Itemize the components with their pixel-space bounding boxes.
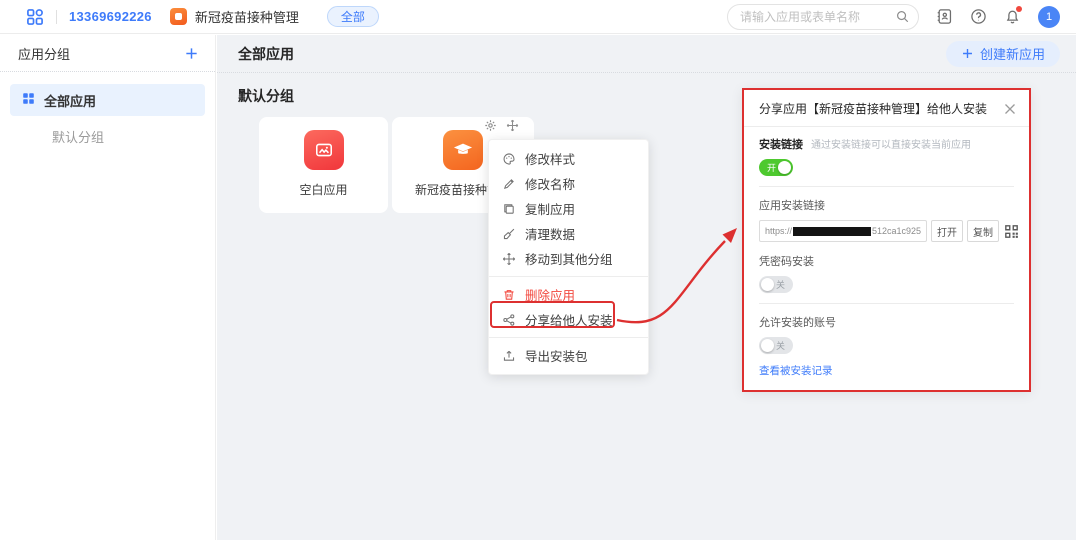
notification-dot xyxy=(1016,6,1022,12)
open-button[interactable]: 打开 xyxy=(931,220,963,242)
copy-button[interactable]: 复制 xyxy=(967,220,999,242)
menu-item-label: 修改样式 xyxy=(525,149,575,168)
graduation-cap-icon xyxy=(443,130,483,170)
context-menu: 修改样式 修改名称 复制应用 清理数据 移动到其他分组 xyxy=(488,139,649,375)
install-url-field[interactable]: https:// 512ca1c925540e07a78... xyxy=(759,220,927,242)
dialog-title: 分享应用【新冠疫苗接种管理】给他人安装 xyxy=(759,100,987,117)
contacts-icon[interactable] xyxy=(936,8,953,25)
close-icon[interactable] xyxy=(1004,103,1016,115)
toggle-knob xyxy=(778,161,791,174)
menu-item-label: 复制应用 xyxy=(525,199,575,218)
sidebar-item-label: 全部应用 xyxy=(44,91,96,110)
scope-pill-all[interactable]: 全部 xyxy=(327,6,379,27)
sidebar-item-label: 默认分组 xyxy=(52,127,104,146)
toggle-knob xyxy=(761,278,774,291)
menu-item-label: 导出安装包 xyxy=(525,346,588,365)
sidebar-title: 应用分组 xyxy=(18,44,70,63)
menu-item-label: 修改名称 xyxy=(525,174,575,193)
menu-item-rename[interactable]: 修改名称 xyxy=(489,171,648,196)
url-suffix: 512ca1c925540e07a78... xyxy=(872,226,921,236)
allowed-accounts-label: 允许安装的账号 xyxy=(759,314,1014,330)
section-divider xyxy=(759,303,1014,304)
add-group-button[interactable] xyxy=(184,46,199,61)
gear-icon[interactable] xyxy=(484,119,497,132)
menu-item-modify-style[interactable]: 修改样式 xyxy=(489,146,648,171)
workspace-phone[interactable]: 13369692226 xyxy=(69,9,152,24)
image-icon xyxy=(304,130,344,170)
move-icon xyxy=(502,252,516,266)
trash-icon xyxy=(502,288,516,302)
app-card-blank[interactable]: 空白应用 xyxy=(259,117,388,213)
share-dialog: 分享应用【新冠疫苗接种管理】给他人安装 安装链接 通过安装链接可以直接安装当前应… xyxy=(742,88,1031,392)
share-icon xyxy=(502,313,516,327)
menu-item-export-package[interactable]: 导出安装包 xyxy=(489,343,648,368)
app-window: 13369692226 新冠疫苗接种管理 全部 xyxy=(0,0,1076,540)
page-title: 全部应用 xyxy=(238,44,294,64)
menu-item-duplicate[interactable]: 复制应用 xyxy=(489,196,648,221)
install-link-toggle[interactable]: 开 xyxy=(759,159,793,176)
create-app-label: 创建新应用 xyxy=(980,44,1045,63)
topbar: 13369692226 新冠疫苗接种管理 全部 xyxy=(0,0,1076,34)
menu-item-share-install[interactable]: 分享给他人安装 xyxy=(489,307,648,332)
copy-icon xyxy=(502,202,516,216)
menu-item-label: 清理数据 xyxy=(525,224,575,243)
card-actions xyxy=(484,119,519,132)
menu-item-delete-app[interactable]: 删除应用 xyxy=(489,282,648,307)
search-icon[interactable] xyxy=(895,9,910,29)
toggle-state-label: 开 xyxy=(767,161,776,174)
current-app-name[interactable]: 新冠疫苗接种管理 xyxy=(195,7,299,26)
palette-icon xyxy=(502,152,516,166)
move-icon[interactable] xyxy=(506,119,519,132)
menu-item-label: 移动到其他分组 xyxy=(525,249,613,268)
current-app-icon[interactable] xyxy=(170,8,187,25)
menu-item-move-to-group[interactable]: 移动到其他分组 xyxy=(489,246,648,271)
url-prefix: https:// xyxy=(765,226,792,236)
sidebar-item-default-group[interactable]: 默认分组 xyxy=(10,120,205,152)
redaction-bar xyxy=(793,227,871,236)
menu-item-label: 分享给他人安装 xyxy=(525,310,613,329)
topbar-divider xyxy=(56,10,57,24)
help-icon[interactable] xyxy=(970,8,987,25)
toggle-knob xyxy=(761,339,774,352)
view-install-records-link[interactable]: 查看被安装记录 xyxy=(759,363,1014,378)
install-link-label: 安装链接 xyxy=(759,136,803,152)
password-install-label: 凭密码安装 xyxy=(759,253,1014,269)
grid-icon xyxy=(22,92,35,108)
user-avatar[interactable]: 1 xyxy=(1038,6,1060,28)
sidebar: 应用分组 全部应用 默认分组 xyxy=(0,35,216,540)
plus-icon xyxy=(961,47,974,60)
section-divider xyxy=(759,186,1014,187)
password-install-toggle[interactable]: 关 xyxy=(759,276,793,293)
create-app-button[interactable]: 创建新应用 xyxy=(946,41,1060,67)
menu-item-label: 删除应用 xyxy=(525,285,575,304)
menu-divider xyxy=(489,337,648,338)
export-icon xyxy=(502,349,516,363)
allowed-accounts-toggle[interactable]: 关 xyxy=(759,337,793,354)
app-name: 空白应用 xyxy=(299,181,347,198)
menu-divider xyxy=(489,276,648,277)
app-install-link-label: 应用安装链接 xyxy=(759,197,1014,213)
pencil-icon xyxy=(502,177,516,191)
toggle-state-label: 关 xyxy=(776,339,785,352)
install-link-hint: 通过安装链接可以直接安装当前应用 xyxy=(811,136,971,151)
qr-code-icon[interactable] xyxy=(1003,223,1020,240)
brush-icon xyxy=(502,227,516,241)
apps-grid-logo-icon[interactable] xyxy=(26,8,44,26)
sidebar-item-all-apps[interactable]: 全部应用 xyxy=(10,84,205,116)
search-box xyxy=(727,4,919,30)
bell-icon[interactable] xyxy=(1004,8,1021,25)
toggle-state-label: 关 xyxy=(776,278,785,291)
search-input[interactable] xyxy=(727,4,919,30)
menu-item-clear-data[interactable]: 清理数据 xyxy=(489,221,648,246)
